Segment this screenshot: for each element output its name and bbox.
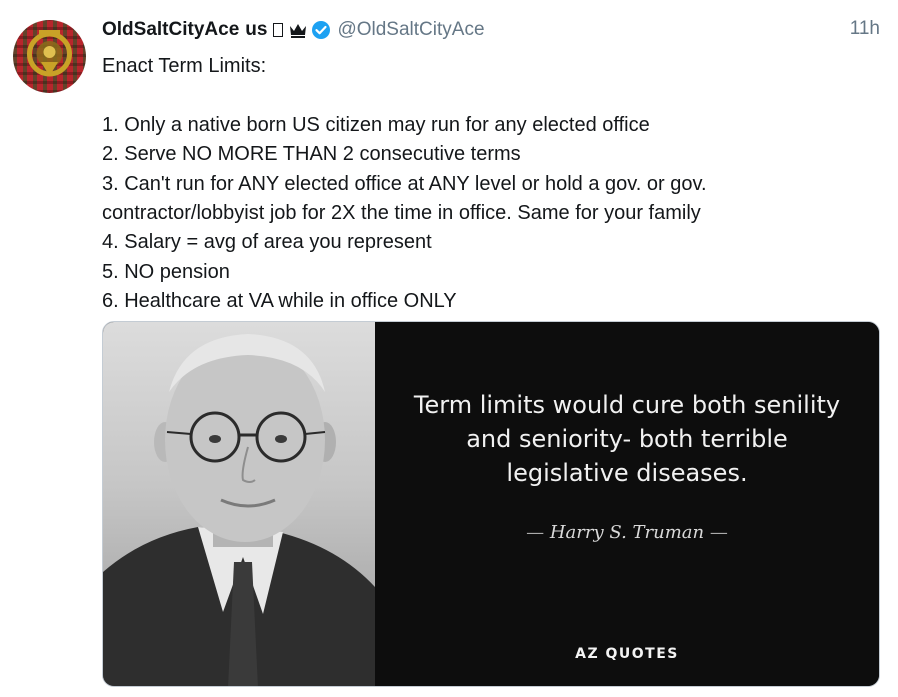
tweet-header: OldSaltCityAce us @OldSaltCityAce: [102, 18, 485, 42]
tweet-line: 4. Salary = avg of area you represent: [102, 231, 432, 254]
display-name[interactable]: OldSaltCityAce: [102, 19, 239, 41]
tweet-line: 3. Can't run for ANY elected office at A…: [102, 172, 707, 195]
tweet-line: 1. Only a native born US citizen may run…: [102, 113, 650, 136]
quote-image[interactable]: Term limits would cure both senility and…: [102, 321, 880, 687]
attribution-name: Harry S. Truman: [549, 522, 705, 543]
avatar[interactable]: [13, 20, 86, 93]
tweet-line: contractor/lobbyist job for 2X the time …: [102, 202, 701, 225]
az-quotes-watermark: AZ QUOTES: [575, 646, 679, 662]
attribution-dash-left: —: [526, 522, 545, 543]
quote-attribution: — Harry S. Truman —: [375, 522, 879, 543]
crown-icon: [289, 22, 307, 38]
quote-line: Term limits would cure both senility: [413, 391, 841, 419]
missing-glyph-icon: [273, 23, 284, 37]
quote-text: Term limits would cure both senility and…: [375, 388, 879, 490]
quote-line: and seniority- both terrible: [466, 425, 788, 453]
tweet-text: Enact Term Limits: 1. Only a native born…: [102, 52, 882, 317]
timestamp[interactable]: 11h: [850, 18, 880, 40]
verified-badge-icon: [311, 20, 331, 40]
tweet-line: 5. NO pension: [102, 260, 230, 283]
attribution-dash-right: —: [709, 522, 728, 543]
tweet-heading: Enact Term Limits:: [102, 55, 267, 77]
tweet[interactable]: OldSaltCityAce us @OldSaltCityAce 11h En…: [0, 0, 898, 697]
quote-panel: Term limits would cure both senility and…: [375, 322, 879, 686]
user-handle[interactable]: @OldSaltCityAce: [337, 19, 484, 41]
portrait-photo: [103, 322, 375, 686]
tweet-line: 6. Healthcare at VA while in office ONLY: [102, 290, 457, 313]
quote-line: legislative diseases.: [506, 459, 748, 487]
tweet-line: 2. Serve NO MORE THAN 2 consecutive term…: [102, 143, 521, 166]
clan-crest-icon: [27, 30, 72, 77]
name-suffix: us: [245, 19, 268, 40]
